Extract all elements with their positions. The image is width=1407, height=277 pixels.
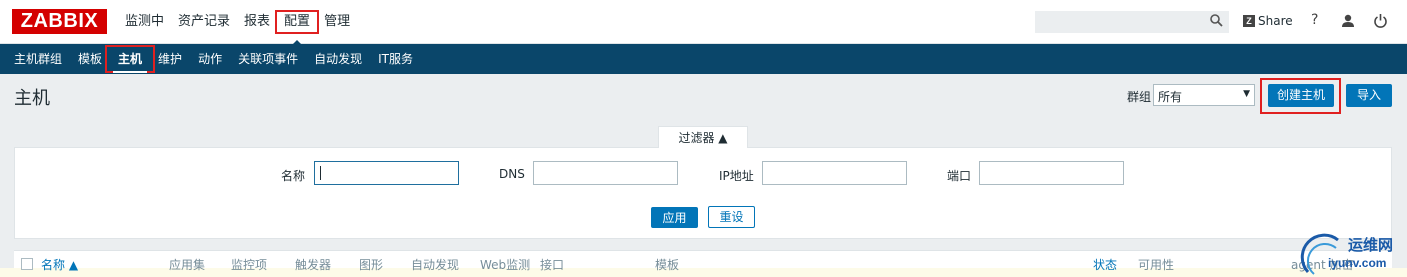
filter-dns-input[interactable]	[533, 161, 678, 185]
page-title: 主机	[14, 88, 50, 109]
col-templates: 模板	[655, 258, 680, 272]
subnav-event-correlation[interactable]: 关联项事件	[230, 50, 306, 68]
zabbix-logo[interactable]: ZABBIX	[12, 9, 107, 34]
col-status[interactable]: 状态	[1093, 256, 1117, 273]
subnav-host-groups[interactable]: 主机群组	[6, 50, 70, 68]
reset-button[interactable]: 重设	[708, 206, 755, 228]
filter-port-label: 端口	[947, 169, 972, 183]
col-web: Web监测	[480, 258, 531, 272]
sub-nav: 主机群组 模板 主机 维护 动作 关联项事件 自动发现 IT服务	[6, 44, 421, 74]
share-z-icon: Z	[1243, 15, 1255, 27]
col-applications: 应用集	[169, 258, 206, 272]
nav-inventory[interactable]: 资产记录	[171, 12, 237, 32]
subnav-it-services[interactable]: IT服务	[370, 50, 421, 68]
share-label: Share	[1258, 14, 1293, 28]
sub-nav-bar: 主机群组 模板 主机 维护 动作 关联项事件 自动发现 IT服务	[0, 44, 1407, 74]
col-interface: 接口	[540, 258, 565, 272]
nav-monitoring[interactable]: 监测中	[118, 12, 171, 32]
share-link[interactable]: Z Share	[1243, 14, 1293, 28]
filter-ip-label: IP地址	[719, 169, 754, 183]
search-icon[interactable]	[1210, 14, 1223, 27]
help-icon[interactable]: ?	[1311, 12, 1318, 28]
subnav-maintenance[interactable]: 维护	[150, 50, 190, 68]
subnav-actions[interactable]: 动作	[190, 50, 230, 68]
col-name[interactable]: 名称 ▲	[41, 256, 78, 273]
sign-out-icon[interactable]	[1373, 13, 1388, 28]
nav-configuration[interactable]: 配置	[275, 10, 320, 46]
filter-panel	[14, 147, 1392, 239]
table-row-strip	[0, 268, 1407, 277]
group-label: 群组	[1127, 90, 1152, 104]
watermark-title: 运维网	[1348, 236, 1394, 254]
filter-port-input[interactable]	[979, 161, 1124, 185]
search-input[interactable]	[1035, 11, 1229, 33]
create-host-button[interactable]: 创建主机	[1268, 84, 1334, 107]
col-discovery: 自动发现	[411, 258, 460, 272]
top-bar: ZABBIX 监测中 资产记录 报表 配置 管理 Z Share ?	[0, 0, 1407, 46]
import-button[interactable]: 导入	[1346, 84, 1392, 107]
watermark-url: iyunv.com	[1328, 256, 1387, 270]
dropdown-arrow-icon: ▼	[1243, 89, 1250, 99]
apply-button[interactable]: 应用	[651, 207, 698, 228]
nav-reports[interactable]: 报表	[237, 12, 277, 32]
col-items: 监控项	[231, 258, 268, 272]
col-graphs: 图形	[359, 258, 384, 272]
filter-name-input[interactable]	[314, 161, 459, 185]
col-triggers: 触发器	[295, 258, 332, 272]
filter-ip-input[interactable]	[762, 161, 907, 185]
select-all-checkbox[interactable]	[21, 258, 33, 270]
filter-name-label: 名称	[281, 169, 306, 183]
main-nav: 监测中 资产记录 报表 配置 管理	[118, 0, 357, 46]
subnav-hosts[interactable]: 主机	[105, 45, 156, 73]
nav-administration[interactable]: 管理	[317, 12, 357, 32]
col-availability: 可用性	[1138, 258, 1175, 272]
subnav-discovery[interactable]: 自动发现	[306, 50, 370, 68]
user-profile-icon[interactable]	[1341, 14, 1355, 28]
group-select-value: 所有	[1158, 90, 1183, 104]
subnav-templates[interactable]: 模板	[70, 50, 110, 68]
group-select[interactable]: 所有 ▼	[1153, 84, 1255, 106]
filter-dns-label: DNS	[499, 167, 525, 181]
filter-tab[interactable]: 过滤器 ▲	[658, 126, 748, 148]
